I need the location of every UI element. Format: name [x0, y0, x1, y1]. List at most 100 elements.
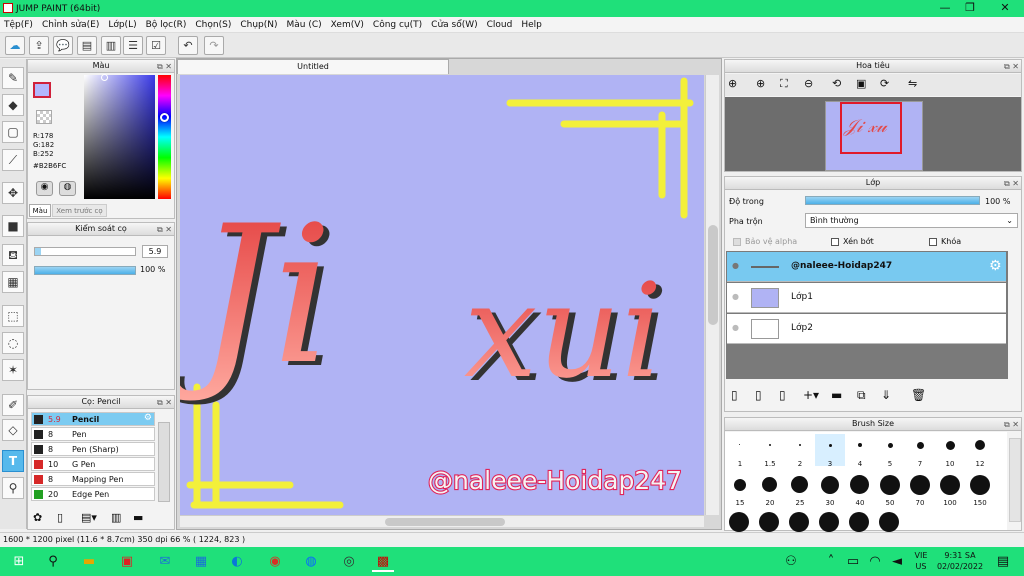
brush-list-scrollbar[interactable]	[158, 422, 170, 502]
layer-row-2[interactable]: ● Lớp2	[727, 314, 1006, 344]
pen-select-tool-icon[interactable]: ✐	[2, 394, 24, 416]
undo-icon[interactable]: ↶	[178, 36, 198, 55]
zoom-in-icon[interactable]: ⊕	[756, 77, 765, 90]
drawing-canvas[interactable]: Ji Ji xui xui @naleee-Hoidap247	[180, 75, 704, 515]
gear-icon[interactable]: ⚙	[144, 413, 152, 423]
foreground-color-swatch[interactable]	[33, 82, 51, 98]
text-tool-icon[interactable]: T	[2, 450, 24, 472]
brush-size-dot[interactable]	[910, 475, 930, 495]
brush-size-dot[interactable]	[759, 512, 779, 532]
canvas-vertical-scrollbar[interactable]	[705, 75, 719, 515]
people-icon[interactable]: ⚇	[780, 551, 802, 572]
reset-view-icon[interactable]: ▣	[856, 77, 866, 90]
transparent-swatch[interactable]	[36, 110, 52, 124]
lock-checkbox[interactable]	[929, 238, 937, 246]
sv-cursor[interactable]	[101, 74, 108, 81]
hue-slider[interactable]	[158, 75, 171, 199]
brush-size-dot[interactable]	[819, 512, 839, 532]
panel-close-icon[interactable]: ⧉ ✕	[157, 397, 172, 409]
store-icon[interactable]: ▦	[190, 551, 212, 572]
lasso-tool-icon[interactable]: ◌	[2, 332, 24, 354]
duplicate-layer-icon[interactable]: ⧉	[857, 388, 866, 403]
brush-size-dot[interactable]	[734, 479, 746, 491]
saturation-value-picker[interactable]	[84, 75, 155, 199]
brush-item-mapping-pen[interactable]: 8 Mapping Pen	[31, 472, 155, 486]
windows-start-icon[interactable]: ⊞	[8, 551, 30, 572]
brush-copy-icon[interactable]: ▥	[111, 511, 121, 524]
brush-size-dot[interactable]	[849, 512, 869, 532]
hue-cursor[interactable]	[160, 113, 169, 122]
flip-icon[interactable]: ⇋	[908, 77, 917, 90]
layer-opacity-slider[interactable]	[805, 196, 980, 205]
menu-file[interactable]: Tệp(F)	[4, 20, 33, 30]
layer-row-1[interactable]: ● Lớp1	[727, 283, 1006, 313]
menu-tools[interactable]: Công cụ(T)	[373, 20, 422, 30]
color-picker-icon[interactable]: ◉	[36, 181, 53, 196]
brush-item-pencil[interactable]: 5.9 Pencil ⚙	[31, 412, 155, 426]
menu-cloud[interactable]: Cloud	[487, 20, 513, 30]
bucket-tool-icon[interactable]: ⛾	[2, 244, 24, 266]
brush-size-dot[interactable]	[917, 442, 924, 449]
show-hidden-icons-icon[interactable]: ˄	[820, 551, 842, 572]
tab-document[interactable]: Untitled	[177, 59, 449, 74]
brush-size-dot[interactable]	[940, 475, 960, 495]
gift-icon[interactable]: ▣	[116, 551, 138, 572]
brush-size-dot[interactable]	[970, 475, 990, 495]
chrome-profile-icon[interactable]: ◎	[338, 551, 360, 572]
protect-alpha-checkbox[interactable]	[733, 238, 741, 246]
panel-close-icon[interactable]: ⧉ ✕	[1004, 419, 1019, 431]
volume-icon[interactable]: ◄	[886, 551, 908, 572]
horizontal-scroll-thumb[interactable]	[385, 518, 505, 526]
fill-rect-tool-icon[interactable]: ■	[2, 215, 24, 237]
brush-size-input[interactable]: 5.9	[142, 245, 168, 258]
close-button[interactable]: ✕	[990, 0, 1020, 17]
gear-icon[interactable]: ⚙	[989, 258, 1002, 274]
brush-size-dot[interactable]	[762, 477, 777, 492]
menu-filter[interactable]: Bộ lọc(R)	[146, 20, 187, 30]
trash-icon[interactable]: 🗑	[911, 388, 926, 402]
magic-wand-tool-icon[interactable]: ✶	[2, 359, 24, 381]
network-icon[interactable]: ▭	[842, 551, 864, 572]
cloud-icon[interactable]: ☁	[5, 36, 25, 55]
notification-icon[interactable]: ▤	[992, 551, 1014, 572]
brush-size-scrollbar[interactable]	[1009, 438, 1021, 522]
zoom-fit-icon[interactable]: ⊕	[728, 77, 737, 90]
color-settings-icon[interactable]: ◍	[59, 181, 76, 196]
brush-size-dot[interactable]	[821, 476, 839, 494]
zoom-out-icon[interactable]: ⊖	[804, 77, 813, 90]
menu-window[interactable]: Cửa sổ(W)	[431, 20, 477, 30]
clock[interactable]: 9:31 SA 02/02/2022	[936, 550, 984, 572]
eye-icon[interactable]: ●	[732, 323, 739, 332]
brush-size-dot[interactable]	[880, 475, 900, 495]
brush-settings-icon[interactable]: ✿	[33, 511, 42, 524]
clipping-checkbox[interactable]	[831, 238, 839, 246]
menu-color[interactable]: Màu (C)	[287, 20, 322, 30]
export-icon[interactable]: ⇪	[29, 36, 49, 55]
brush-item-pen[interactable]: 8 Pen	[31, 427, 155, 441]
eye-icon[interactable]: ●	[732, 292, 739, 301]
tab-brush-preview[interactable]: Xem trước cọ	[52, 204, 107, 217]
menu-view[interactable]: Xem(V)	[331, 20, 364, 30]
eye-icon[interactable]: ●	[732, 261, 739, 270]
merge-down-icon[interactable]: ⇓	[881, 388, 891, 402]
menu-select[interactable]: Chọn(S)	[195, 20, 231, 30]
new-layer-menu-icon[interactable]: +▾	[803, 388, 819, 402]
blend-mode-select[interactable]: Bình thường ⌄	[805, 213, 1018, 228]
new-layer-1bit-icon[interactable]: ▯	[779, 388, 786, 402]
document-icon[interactable]: ▥	[101, 36, 121, 55]
brush-size-dot[interactable]	[888, 443, 893, 448]
mail-icon[interactable]: ✉	[154, 551, 176, 572]
move-tool-icon[interactable]: ✥	[2, 182, 24, 204]
brush-opacity-slider[interactable]	[34, 266, 136, 275]
menu-capture[interactable]: Chụp(N)	[240, 20, 277, 30]
brush-size-dot[interactable]	[789, 512, 809, 532]
rotate-left-icon[interactable]: ⟲	[832, 77, 841, 90]
vertical-scroll-thumb[interactable]	[708, 225, 718, 325]
wifi-icon[interactable]: ◠	[864, 551, 886, 572]
comment-icon[interactable]: 💬	[53, 36, 73, 55]
brush-item-edge-pen[interactable]: 20 Edge Pen	[31, 487, 155, 501]
brush-size-dot[interactable]	[975, 440, 985, 450]
eraser-tool-icon[interactable]: ◆	[2, 94, 24, 116]
brush-size-dot[interactable]	[858, 443, 862, 447]
edge-browser-icon[interactable]: ◐	[226, 551, 248, 572]
